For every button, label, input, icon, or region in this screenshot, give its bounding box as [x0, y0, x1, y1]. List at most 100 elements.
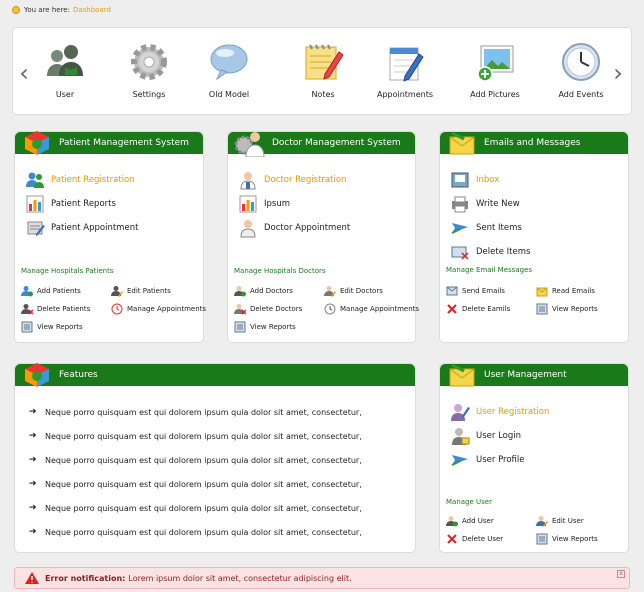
- view-reports-link[interactable]: View Reports: [21, 321, 111, 333]
- edit-user-link[interactable]: Edit User: [536, 515, 636, 527]
- manage-appointments-link[interactable]: Manage Appointments: [111, 303, 211, 315]
- panel-header: Emails and Messages: [440, 131, 628, 155]
- close-icon[interactable]: x: [617, 570, 625, 578]
- section-title: Manage Hospitals Doctors: [234, 267, 326, 275]
- toolbar-settings-button[interactable]: Settings: [109, 40, 189, 99]
- notification-message: Lorem ipsum dolor sit amet, consectetur …: [128, 573, 352, 583]
- toolbar-appointments-button[interactable]: Appointments: [365, 40, 445, 99]
- features-panel: Features ➔ Neque porro quisquam est qui d…: [14, 363, 416, 553]
- breadcrumb-dashboard-link[interactable]: Dashboard: [73, 6, 111, 14]
- arrow-right-icon: ➔: [29, 479, 37, 489]
- write-new-link[interactable]: Write New: [450, 192, 530, 216]
- view-reports-link[interactable]: View Reports: [536, 303, 636, 315]
- patient-reports-link[interactable]: Patient Reports: [25, 192, 138, 216]
- section-title: Manage Hospitals Patients: [21, 267, 114, 275]
- report-icon: [234, 321, 246, 333]
- panel-header: Features: [15, 363, 415, 387]
- feature-item: ➔ Neque porro quisquam est qui dolorem ip…: [29, 527, 362, 537]
- notebook-icon: [27, 221, 45, 236]
- toolbar-notes-button[interactable]: Notes: [283, 40, 363, 99]
- delete-message-icon: [451, 246, 469, 260]
- user-management-panel: User Management User Registration User L…: [439, 363, 629, 553]
- report-icon: [536, 533, 548, 545]
- view-reports-link[interactable]: View Reports: [536, 533, 636, 545]
- edit-patients-link[interactable]: Edit Patients: [111, 285, 211, 297]
- gear-icon: [131, 44, 167, 80]
- read-email-icon: [536, 287, 548, 297]
- user-login-link[interactable]: User Login: [450, 424, 549, 448]
- toolbar-user-button[interactable]: User: [25, 40, 105, 99]
- bar-chart-icon: [239, 195, 257, 213]
- sent-items-link[interactable]: Sent Items: [450, 216, 530, 240]
- user-group-icon: [47, 45, 83, 76]
- clock-icon: [562, 43, 600, 81]
- envelope-icon: [449, 131, 475, 155]
- manage-appointments-link[interactable]: Manage Appointments: [324, 303, 424, 315]
- delete-user-link[interactable]: Delete User: [446, 533, 536, 545]
- bar-chart-icon: [26, 195, 44, 213]
- arrow-right-icon: ➔: [29, 455, 37, 465]
- breadcrumb: You are here: Dashboard: [12, 5, 111, 15]
- doctor-registration-link[interactable]: Doctor Registration: [238, 168, 350, 192]
- appointment-icon: [111, 303, 123, 315]
- toolbar-old-model-button[interactable]: Old Model: [189, 40, 269, 99]
- edit-user-icon: [111, 286, 123, 297]
- colorful-cube-icon: [25, 363, 49, 387]
- panel-header: Doctor Management System: [228, 132, 415, 157]
- add-picture-icon: [477, 45, 514, 82]
- speech-bubble-icon: [210, 44, 248, 81]
- feature-item: ➔ Neque porro quisquam est qui dolorem ip…: [29, 479, 362, 489]
- add-doctor-icon: [234, 286, 246, 297]
- toolbar-add-pictures-button[interactable]: Add Pictures: [455, 40, 535, 99]
- patient-appointment-link[interactable]: Patient Appointment: [25, 216, 138, 240]
- section-title: Manage User: [446, 498, 492, 506]
- home-icon: [12, 6, 20, 14]
- calendar-pencil-icon: [389, 47, 424, 82]
- doctor-icon: [240, 172, 256, 190]
- printer-icon: [452, 196, 468, 213]
- arrow-right-icon: ➔: [29, 431, 37, 441]
- view-reports-link[interactable]: View Reports: [234, 321, 324, 333]
- add-doctors-link[interactable]: Add Doctors: [234, 285, 324, 297]
- user-registration-link[interactable]: User Registration: [450, 400, 549, 424]
- ipsum-link[interactable]: Ipsum: [238, 192, 350, 216]
- inbox-icon: [451, 172, 469, 188]
- panel-header: Patient Management System: [15, 131, 203, 155]
- inbox-link[interactable]: Inbox: [450, 168, 530, 192]
- error-notification: Error notification: Lorem ipsum dolor si…: [14, 567, 630, 589]
- report-icon: [21, 321, 33, 333]
- user-profile-link[interactable]: User Profile: [450, 448, 549, 472]
- notification-label: Error notification:: [45, 573, 126, 583]
- sent-icon: [451, 223, 468, 234]
- arrow-right-icon: ➔: [29, 407, 37, 417]
- envelope-icon: [449, 363, 475, 387]
- delete-emails-link[interactable]: Delete Eamils: [446, 303, 536, 315]
- close-icon: [447, 304, 457, 314]
- edit-user-icon: [536, 516, 548, 527]
- delete-doctors-link[interactable]: Delete Doctors: [234, 303, 324, 315]
- breadcrumb-prefix: You are here:: [24, 6, 70, 14]
- delete-doctor-icon: [234, 304, 246, 315]
- send-email-icon: [446, 286, 458, 296]
- delete-user-icon: [21, 304, 33, 315]
- arrow-right-icon: ➔: [29, 527, 37, 537]
- section-title: Manage Email Messages: [446, 266, 533, 274]
- warning-icon: [25, 572, 39, 584]
- edit-doctors-link[interactable]: Edit Doctors: [324, 285, 424, 297]
- send-emails-link[interactable]: Send Emails: [446, 285, 536, 297]
- delete-patients-link[interactable]: Delete Patients: [21, 303, 111, 315]
- chevron-right-icon[interactable]: ›: [609, 56, 627, 90]
- read-emails-link[interactable]: Read Emails: [536, 285, 636, 297]
- feature-item: ➔ Neque porro quisquam est qui dolorem ip…: [29, 455, 362, 465]
- doctor-gear-icon: [234, 132, 265, 157]
- add-patients-link[interactable]: Add Patients: [21, 285, 111, 297]
- notepad-icon: [305, 44, 344, 80]
- delete-items-link[interactable]: Delete Items: [450, 240, 530, 264]
- doctor-icon: [240, 220, 256, 238]
- doctor-appointment-link[interactable]: Doctor Appointment: [238, 216, 350, 240]
- user-edit-icon: [451, 404, 470, 421]
- add-user-link[interactable]: Add User: [446, 515, 536, 527]
- add-user-icon: [21, 286, 33, 297]
- patient-management-panel: Patient Management System Patient Regist…: [14, 131, 206, 343]
- patient-registration-link[interactable]: Patient Registration: [25, 168, 138, 192]
